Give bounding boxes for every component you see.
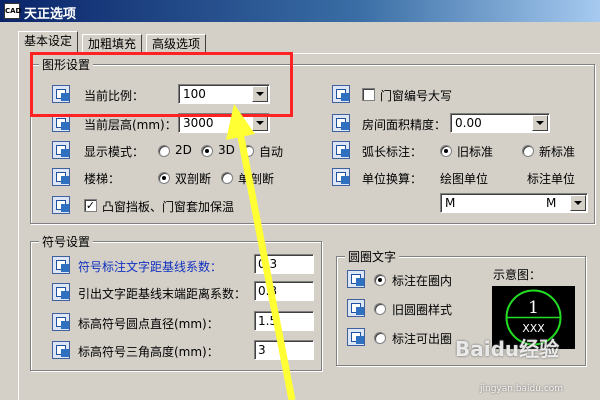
- display-mode-auto-radio[interactable]: [242, 145, 254, 157]
- display-mode-auto-label: 自动: [259, 145, 284, 159]
- unit-convert-icon[interactable]: [332, 168, 350, 186]
- door-caps-checkbox[interactable]: [362, 88, 375, 101]
- layer-height-value: 3000: [183, 116, 214, 130]
- circle-text-title: 圆圈文字: [345, 248, 400, 265]
- leader-text-input[interactable]: 0.3: [254, 281, 314, 301]
- layer-height-select[interactable]: 3000: [178, 113, 270, 133]
- stairs-double-label: 双剖断: [175, 172, 212, 186]
- symbol-settings-title: 符号设置: [39, 233, 94, 250]
- circle-inside-icon[interactable]: [347, 270, 365, 288]
- dim-unit-label: 标注单位: [527, 172, 576, 186]
- display-mode-2d-radio[interactable]: [158, 145, 170, 157]
- door-caps-label: 门窗编号大写: [380, 89, 453, 103]
- bay-window-label: 凸窗挡板、门窗套加保温: [102, 200, 235, 214]
- leader-text-icon[interactable]: [52, 283, 70, 301]
- leader-text-label: 引出文字距基线末端距离系数：: [78, 287, 247, 301]
- room-area-icon[interactable]: [332, 114, 350, 132]
- stairs-double-radio[interactable]: [158, 172, 170, 184]
- display-mode-3d-label: 3D: [218, 143, 235, 157]
- display-mode-2d-label: 2D: [175, 143, 192, 157]
- layer-height-icon[interactable]: [52, 114, 70, 132]
- elevation-triangle-icon[interactable]: [52, 341, 70, 359]
- tab-basic-settings[interactable]: 基本设定: [18, 31, 79, 54]
- circle-old-style-icon[interactable]: [347, 299, 365, 317]
- baidu-watermark-logo: Baidu经验: [455, 337, 560, 361]
- stairs-single-radio[interactable]: [221, 172, 233, 184]
- display-mode-label: 显示模式：: [84, 145, 145, 159]
- circle-old-style-radio[interactable]: [374, 303, 386, 315]
- scale-select[interactable]: 100: [178, 84, 270, 104]
- arc-length-new-radio[interactable]: [522, 145, 534, 157]
- window-title: 天正选项: [24, 7, 77, 22]
- stairs-label: 楼梯：: [84, 172, 121, 186]
- door-number-icon[interactable]: [332, 85, 350, 103]
- circle-old-style-label: 旧圆圈样式: [392, 303, 453, 317]
- symbol-text-label: 符号标注文字距基线系数：: [78, 260, 223, 274]
- stairs-single-label: 单剖断: [238, 172, 275, 186]
- circle-inside-label: 标注在圈内: [392, 274, 453, 288]
- unit-drawing-value: M: [445, 196, 456, 210]
- preview-number: 1: [528, 298, 539, 318]
- app-icon: CAD: [4, 3, 21, 19]
- symbol-text-input[interactable]: 0.3: [254, 254, 314, 274]
- graphics-settings-title: 图形设置: [39, 56, 94, 73]
- chevron-down-icon[interactable]: [532, 115, 548, 131]
- bay-window-icon[interactable]: [52, 196, 70, 214]
- tab-advanced-options[interactable]: 高级选项: [146, 34, 207, 53]
- arc-length-icon[interactable]: [332, 141, 350, 159]
- arc-length-old-label: 旧标准: [457, 145, 494, 159]
- unit-dim-value: M: [546, 196, 557, 210]
- elevation-triangle-label: 标高符号三角高度(mm)：: [78, 345, 219, 359]
- elevation-dot-label: 标高符号圆点直径(mm)：: [78, 317, 219, 331]
- circle-outside-label: 标注可出圈: [392, 332, 453, 346]
- stairs-icon[interactable]: [52, 168, 70, 186]
- arc-length-new-label: 新标准: [539, 145, 576, 159]
- drawing-unit-label: 绘图单位: [440, 172, 489, 186]
- layer-height-label: 当前层高(mm)：: [84, 118, 177, 132]
- preview-label: 示意图：: [493, 268, 542, 282]
- circle-outside-icon[interactable]: [347, 328, 365, 346]
- baidu-watermark-url: jingyan.baidu.com: [480, 384, 564, 394]
- bay-window-checkbox[interactable]: ✓: [84, 199, 97, 212]
- room-area-select[interactable]: 0.00: [450, 113, 550, 133]
- circle-outside-radio[interactable]: [374, 332, 386, 344]
- chevron-down-icon[interactable]: [252, 115, 268, 131]
- scale-value: 100: [183, 87, 206, 101]
- room-area-label: 房间面积精度：: [362, 118, 447, 132]
- chevron-down-icon[interactable]: [252, 86, 268, 102]
- display-mode-icon[interactable]: [52, 141, 70, 159]
- scale-settings-icon[interactable]: [52, 85, 70, 103]
- arc-length-label: 弧长标注：: [362, 145, 423, 159]
- room-area-value: 0.00: [455, 116, 482, 130]
- symbol-text-icon[interactable]: [52, 256, 70, 274]
- title-bar[interactable]: CAD 天正选项: [0, 0, 600, 22]
- elevation-dot-icon[interactable]: [52, 313, 70, 331]
- display-mode-3d-radio[interactable]: [201, 145, 213, 157]
- elevation-triangle-input[interactable]: 3: [254, 340, 314, 360]
- circle-inside-radio[interactable]: [374, 274, 386, 286]
- elevation-dot-input[interactable]: 1.5: [254, 311, 314, 331]
- chevron-down-icon[interactable]: [570, 195, 586, 211]
- scale-label: 当前比例：: [84, 89, 145, 103]
- unit-convert-label: 单位换算：: [362, 172, 423, 186]
- tab-bold-fill[interactable]: 加粗填充: [82, 34, 143, 53]
- unit-convert-select[interactable]: M M: [440, 193, 588, 213]
- arc-length-old-radio[interactable]: [440, 145, 452, 157]
